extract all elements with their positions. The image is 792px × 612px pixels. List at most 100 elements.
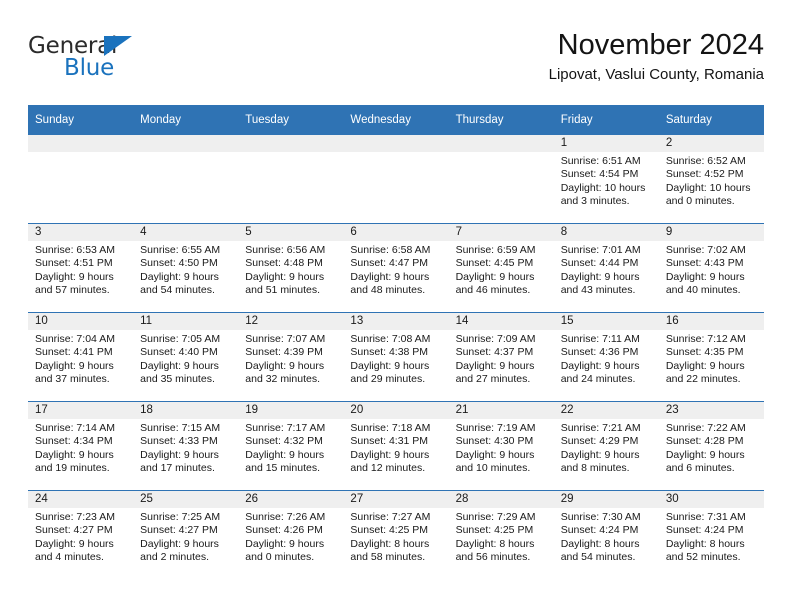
daylight-text-line2: and 8 minutes. — [560, 462, 630, 475]
sunrise-text: Sunrise: 7:02 AM — [665, 244, 746, 256]
sunset-text: Sunset: 4:31 PM — [350, 435, 429, 448]
day-details: Sunrise: 7:23 AM Sunset: 4:27 PM Daylight:… — [28, 508, 133, 565]
triangle-icon — [104, 36, 132, 56]
calendar-day-cell[interactable]: 7 Sunrise: 6:59 AM Sunset: 4:45 PM Daylight… — [448, 223, 554, 313]
calendar-day-cell[interactable]: 3 Sunrise: 6:53 AM Sunset: 4:51 PM Daylight… — [28, 223, 134, 313]
sunrise-text: Sunrise: 7:27 AM — [350, 511, 431, 523]
daylight-text-line2: and 46 minutes. — [455, 284, 531, 297]
calendar-day-cell[interactable]: 8 Sunrise: 7:01 AM Sunset: 4:44 PM Daylight… — [553, 223, 659, 313]
calendar-day-cell[interactable]: 1 Sunrise: 6:51 AM Sunset: 4:54 PM Daylight… — [553, 135, 659, 224]
day-details: Sunrise: 6:59 AM Sunset: 4:45 PM Daylight:… — [449, 241, 554, 298]
day-number — [133, 135, 239, 152]
day-number: 24 — [28, 491, 134, 508]
day-details: Sunrise: 7:22 AM Sunset: 4:28 PM Daylight:… — [659, 419, 764, 476]
calendar-day-cell[interactable]: 14 Sunrise: 7:09 AM Sunset: 4:37 PM Dayligh… — [448, 312, 554, 402]
sunset-text: Sunset: 4:28 PM — [665, 435, 744, 448]
sunrise-text: Sunrise: 6:56 AM — [245, 244, 326, 256]
sunset-text: Sunset: 4:50 PM — [140, 257, 218, 270]
calendar-day-cell[interactable]: 25 Sunrise: 7:25 AM Sunset: 4:27 PM Dayligh… — [133, 490, 239, 579]
calendar-day-cell[interactable]: 18 Sunrise: 7:15 AM Sunset: 4:33 PM Dayligh… — [133, 401, 239, 491]
daylight-text-line2: and 54 minutes. — [560, 551, 636, 564]
calendar-day-cell[interactable]: 17 Sunrise: 7:14 AM Sunset: 4:34 PM Dayligh… — [28, 401, 134, 491]
daylight-text-line2: and 0 minutes. — [245, 551, 315, 564]
calendar-day-cell[interactable]: 26 Sunrise: 7:26 AM Sunset: 4:26 PM Dayligh… — [238, 490, 344, 579]
calendar-day-cell[interactable]: 28 Sunrise: 7:29 AM Sunset: 4:25 PM Dayligh… — [448, 490, 554, 579]
calendar-day-cell[interactable]: 16 Sunrise: 7:12 AM Sunset: 4:35 PM Dayligh… — [658, 312, 764, 402]
daylight-text-line1: Daylight: 9 hours — [140, 270, 219, 283]
calendar-day-cell[interactable]: 13 Sunrise: 7:08 AM Sunset: 4:38 PM Dayligh… — [343, 312, 449, 402]
sunset-text: Sunset: 4:54 PM — [560, 168, 639, 181]
sunrise-text: Sunrise: 7:17 AM — [245, 422, 326, 434]
daylight-text-line1: Daylight: 9 hours — [140, 537, 219, 550]
day-details: Sunrise: 7:31 AM Sunset: 4:24 PM Daylight:… — [659, 508, 764, 565]
sunset-text: Sunset: 4:27 PM — [35, 524, 113, 537]
calendar-day-cell[interactable]: 30 Sunrise: 7:31 AM Sunset: 4:24 PM Dayligh… — [658, 490, 764, 579]
daylight-text-line2: and 0 minutes. — [665, 195, 735, 208]
calendar-day-cell-empty — [133, 135, 239, 224]
daylight-text-line1: Daylight: 9 hours — [350, 448, 430, 461]
calendar-day-cell[interactable]: 21 Sunrise: 7:19 AM Sunset: 4:30 PM Dayligh… — [448, 401, 554, 491]
calendar-day-cell[interactable]: 5 Sunrise: 6:56 AM Sunset: 4:48 PM Daylight… — [238, 223, 344, 313]
daylight-text-line2: and 2 minutes. — [140, 551, 210, 564]
calendar-day-cell[interactable]: 24 Sunrise: 7:23 AM Sunset: 4:27 PM Dayligh… — [28, 490, 134, 579]
calendar-day-cell[interactable]: 4 Sunrise: 6:55 AM Sunset: 4:50 PM Daylight… — [133, 223, 239, 313]
calendar-day-cell[interactable]: 15 Sunrise: 7:11 AM Sunset: 4:36 PM Dayligh… — [553, 312, 659, 402]
daylight-text-line1: Daylight: 9 hours — [245, 537, 325, 550]
calendar-day-cell[interactable]: 19 Sunrise: 7:17 AM Sunset: 4:32 PM Dayligh… — [238, 401, 344, 491]
calendar-week-row: 24 Sunrise: 7:23 AM Sunset: 4:27 PM Dayligh… — [28, 490, 764, 579]
sunrise-text: Sunrise: 7:23 AM — [35, 511, 115, 523]
day-number: 27 — [343, 491, 449, 508]
weekday-header-monday: Monday — [133, 105, 239, 135]
day-number: 4 — [133, 224, 239, 241]
sunrise-text: Sunrise: 7:12 AM — [665, 333, 746, 345]
sunrise-text: Sunrise: 6:58 AM — [350, 244, 431, 256]
sunset-text: Sunset: 4:27 PM — [140, 524, 218, 537]
sunrise-text: Sunrise: 7:14 AM — [35, 422, 115, 434]
sunrise-text: Sunrise: 7:29 AM — [455, 511, 536, 523]
sunset-text: Sunset: 4:43 PM — [665, 257, 744, 270]
day-details: Sunrise: 7:15 AM Sunset: 4:33 PM Daylight:… — [133, 419, 238, 476]
sunset-text: Sunset: 4:24 PM — [560, 524, 639, 537]
daylight-text-line2: and 29 minutes. — [350, 373, 426, 386]
day-details: Sunrise: 6:52 AM Sunset: 4:52 PM Daylight:… — [659, 152, 764, 209]
day-details: Sunrise: 6:55 AM Sunset: 4:50 PM Daylight:… — [133, 241, 238, 298]
day-details: Sunrise: 7:27 AM Sunset: 4:25 PM Daylight:… — [343, 508, 448, 565]
daylight-text-line1: Daylight: 9 hours — [665, 359, 745, 372]
sunrise-text: Sunrise: 6:55 AM — [140, 244, 221, 256]
calendar-day-cell-empty — [28, 135, 134, 224]
calendar-day-cell[interactable]: 22 Sunrise: 7:21 AM Sunset: 4:29 PM Dayligh… — [553, 401, 659, 491]
day-details: Sunrise: 7:01 AM Sunset: 4:44 PM Daylight:… — [554, 241, 659, 298]
daylight-text-line1: Daylight: 8 hours — [665, 537, 745, 550]
calendar-day-cell[interactable]: 27 Sunrise: 7:27 AM Sunset: 4:25 PM Dayligh… — [343, 490, 449, 579]
daylight-text-line1: Daylight: 8 hours — [455, 537, 535, 550]
calendar-day-cell[interactable]: 29 Sunrise: 7:30 AM Sunset: 4:24 PM Dayligh… — [553, 490, 659, 579]
page-subtitle: Lipovat, Vaslui County, Romania — [548, 66, 764, 83]
daylight-text-line1: Daylight: 9 hours — [560, 270, 640, 283]
sunset-text: Sunset: 4:52 PM — [665, 168, 744, 181]
day-number: 12 — [238, 313, 344, 330]
calendar-day-cell[interactable]: 20 Sunrise: 7:18 AM Sunset: 4:31 PM Dayligh… — [343, 401, 449, 491]
calendar-day-cell-empty — [448, 135, 554, 224]
calendar-day-cell[interactable]: 23 Sunrise: 7:22 AM Sunset: 4:28 PM Dayligh… — [658, 401, 764, 491]
day-number: 1 — [553, 135, 659, 152]
daylight-text-line2: and 27 minutes. — [455, 373, 531, 386]
calendar-day-cell[interactable]: 9 Sunrise: 7:02 AM Sunset: 4:43 PM Daylight… — [658, 223, 764, 313]
calendar-day-cell[interactable]: 6 Sunrise: 6:58 AM Sunset: 4:47 PM Daylight… — [343, 223, 449, 313]
calendar-day-cell[interactable]: 12 Sunrise: 7:07 AM Sunset: 4:39 PM Dayligh… — [238, 312, 344, 402]
day-number: 18 — [133, 402, 239, 419]
sunrise-text: Sunrise: 7:09 AM — [455, 333, 536, 345]
sunset-text: Sunset: 4:45 PM — [455, 257, 534, 270]
daylight-text-line1: Daylight: 9 hours — [245, 359, 325, 372]
calendar-day-cell[interactable]: 11 Sunrise: 7:05 AM Sunset: 4:40 PM Dayligh… — [133, 312, 239, 402]
calendar-day-cell[interactable]: 2 Sunrise: 6:52 AM Sunset: 4:52 PM Daylight… — [658, 135, 764, 224]
day-details: Sunrise: 6:53 AM Sunset: 4:51 PM Daylight:… — [28, 241, 133, 298]
calendar-day-cell[interactable]: 10 Sunrise: 7:04 AM Sunset: 4:41 PM Dayligh… — [28, 312, 134, 402]
sunset-text: Sunset: 4:26 PM — [245, 524, 323, 537]
day-number: 3 — [28, 224, 134, 241]
sunset-text: Sunset: 4:40 PM — [140, 346, 218, 359]
daylight-text-line1: Daylight: 9 hours — [35, 537, 114, 550]
generalblue-logo[interactable]: General Blue — [28, 34, 198, 88]
calendar-page: General Blue November 2024 Lipovat, Vasl… — [0, 0, 792, 612]
calendar-body: 1 Sunrise: 6:51 AM Sunset: 4:54 PM Daylight… — [28, 135, 764, 579]
daylight-text-line1: Daylight: 9 hours — [665, 270, 745, 283]
